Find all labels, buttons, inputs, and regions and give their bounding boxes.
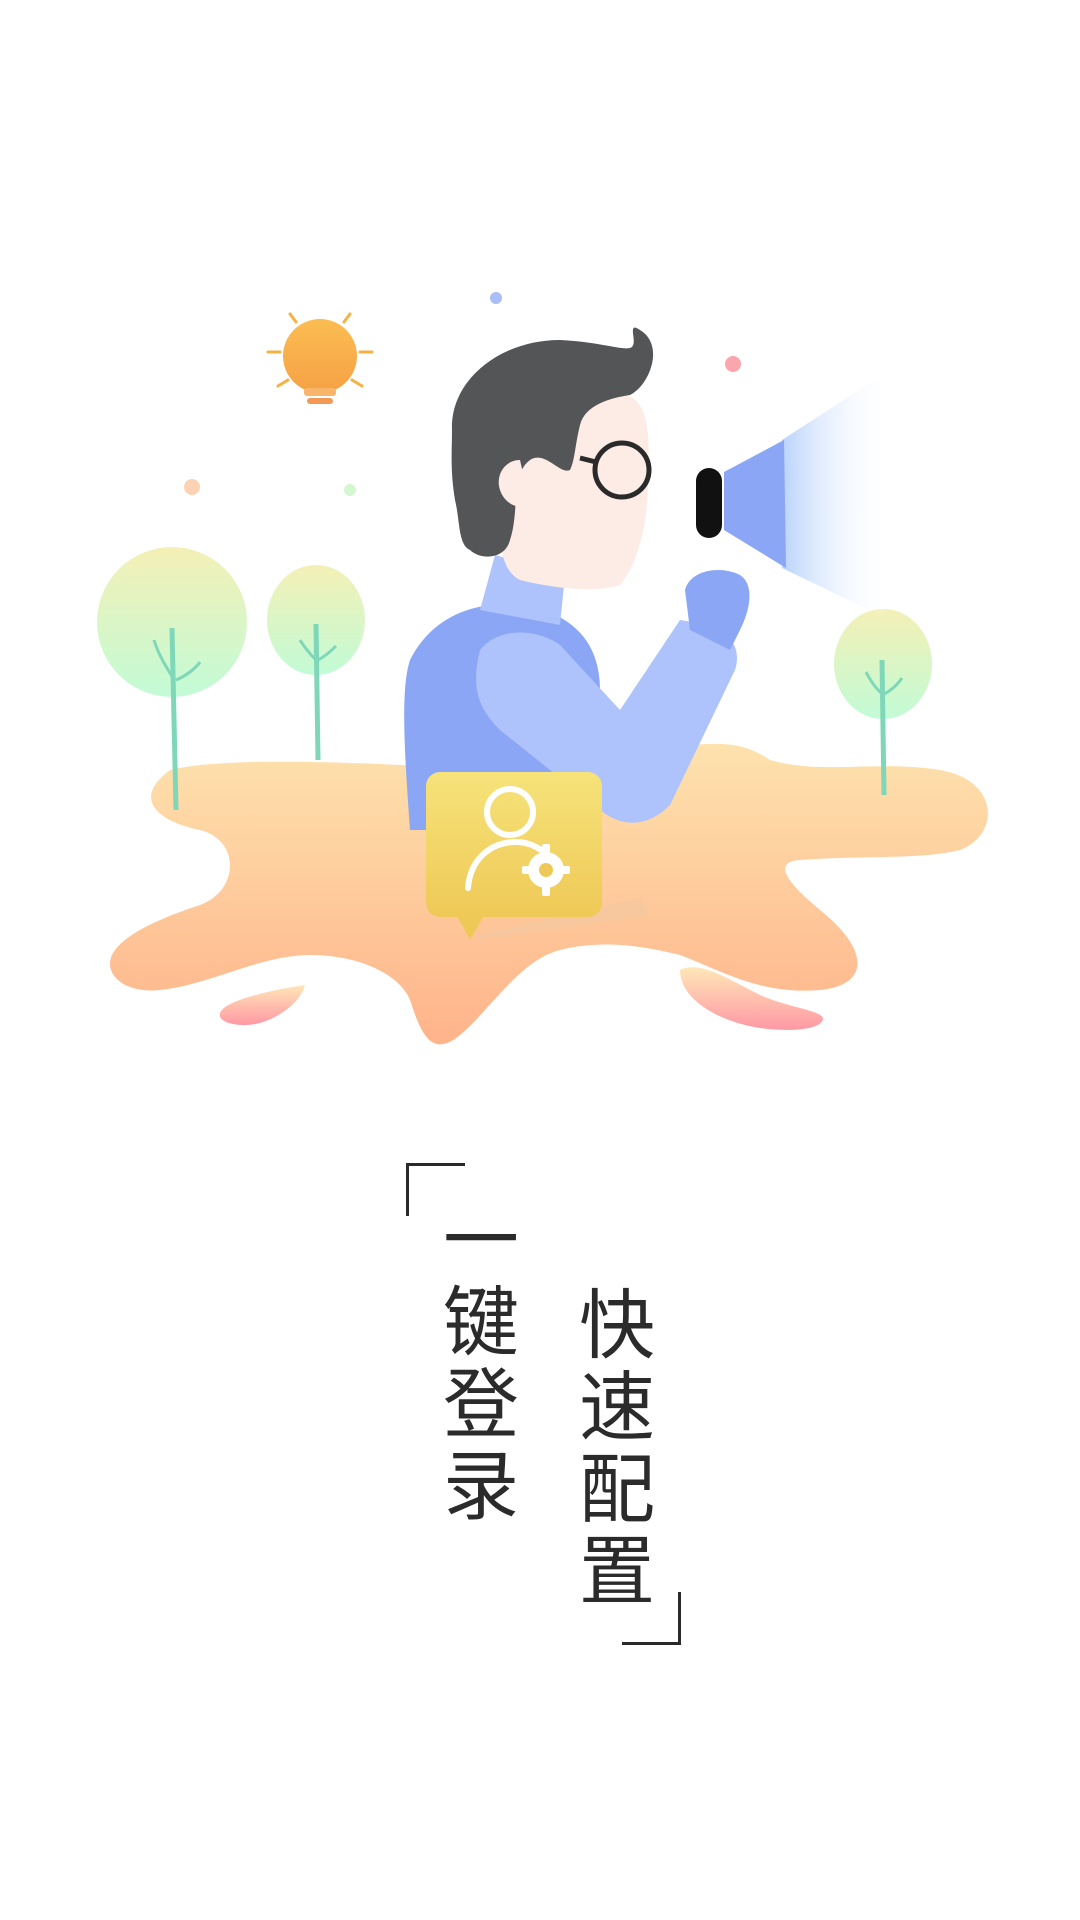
decor-dot-pink — [725, 356, 741, 372]
decor-dot-blue — [490, 292, 502, 304]
lightbulb-icon — [266, 312, 374, 404]
decor-dot-peach — [184, 479, 200, 495]
decor-petal-left — [219, 985, 305, 1025]
slogan-text-one-click-login: 一键登录 — [430, 1200, 519, 1528]
slogan-text-quick-config: 快速配置 — [566, 1285, 655, 1613]
slogan-bracket-bottom-right — [622, 1592, 681, 1645]
megaphone-icon — [696, 440, 786, 568]
tree-left-small — [267, 565, 365, 761]
decor-dot-green — [344, 484, 356, 496]
onboarding-illustration — [97, 292, 988, 1045]
megaphone-beam — [782, 370, 890, 620]
